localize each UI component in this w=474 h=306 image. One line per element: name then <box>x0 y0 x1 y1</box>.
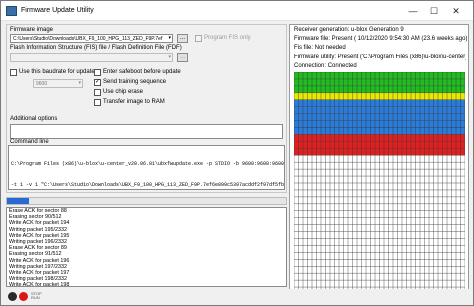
additional-options-field[interactable] <box>10 124 283 139</box>
progress-fill <box>7 198 30 204</box>
firmware-browse-button[interactable]: ... <box>177 34 188 43</box>
title-bar[interactable]: Firmware Update Utility — ☐ ✕ <box>1 1 473 21</box>
safeboot-label: Enter safeboot before update <box>103 69 181 75</box>
firmware-utility-status: Firmware utility: Present ('C:\Program F… <box>294 54 466 60</box>
receiver-generation: Receiver generation: u-blox Generation 9 <box>294 27 404 33</box>
stop-icon[interactable] <box>19 292 28 301</box>
baudrate-value: 9600 <box>36 81 48 87</box>
close-button[interactable]: ✕ <box>448 4 464 18</box>
baudrate-checkbox[interactable] <box>10 69 17 76</box>
firmware-update-window: Firmware Update Utility — ☐ ✕ Firmware i… <box>0 0 474 306</box>
status-panel: Receiver generation: u-blox Generation 9… <box>289 24 469 296</box>
sector-map <box>294 72 465 294</box>
transfer-ram-label: Transfer image to RAM <box>103 99 165 105</box>
run-state-bottom: RUN <box>31 295 40 300</box>
chevron-down-icon: ▾ <box>78 80 81 86</box>
command-line-box[interactable]: C:\Program Files (x86)\u-blox\u-center_v… <box>8 145 285 190</box>
chevron-down-icon: ▾ <box>168 35 171 41</box>
program-fis-checkbox[interactable] <box>195 35 202 42</box>
firmware-image-field[interactable]: C:\Users\Studio\Downloads\UBX_F9_100_HPG… <box>10 34 173 43</box>
command-line-2: -t 1 -v 1 "C:\Users\Studio\Downloads\UBX… <box>11 182 285 188</box>
app-icon <box>6 6 17 16</box>
program-fis-label: Program FIS only <box>204 35 251 41</box>
checkmark-icon: ✓ <box>95 79 101 85</box>
fis-file-status: Fis file: Not needed <box>294 45 346 51</box>
log-list[interactable]: Erase ACK for sector 88 Erasing sector 90… <box>6 207 287 287</box>
chevron-down-icon: ▾ <box>168 54 171 60</box>
chip-erase-label: Use chip erase <box>103 89 144 95</box>
command-line-1: C:\Program Files (x86)\u-blox\u-center_v… <box>11 161 285 167</box>
run-state: STOP RUN <box>31 292 42 300</box>
log-line: Write ACK for packet 198 <box>9 282 70 287</box>
firmware-image-path: C:\Users\Studio\Downloads\UBX_F9_100_HPG… <box>13 36 163 42</box>
firmware-image-label: Firmware image <box>10 27 54 33</box>
record-icon[interactable] <box>8 292 17 301</box>
training-sequence-label: Send training sequence <box>103 79 167 85</box>
minimize-button[interactable]: — <box>405 4 421 18</box>
fis-browse-button[interactable]: ... <box>177 53 188 62</box>
chip-erase-checkbox[interactable] <box>94 89 101 96</box>
status-bar: STOP RUN <box>1 289 473 305</box>
firmware-file-status: Firmware file: Present ( 10/12/2020 9:54… <box>294 36 468 42</box>
progress-bar <box>6 197 287 205</box>
transfer-ram-checkbox[interactable] <box>94 99 101 106</box>
safeboot-checkbox[interactable] <box>94 69 101 76</box>
maximize-button[interactable]: ☐ <box>426 4 442 18</box>
fis-field[interactable]: ▾ <box>10 53 173 62</box>
training-sequence-checkbox[interactable]: ✓ <box>94 79 101 86</box>
fis-label: Flash Information Structure (FIS) file /… <box>10 45 182 51</box>
baudrate-select[interactable]: 9600 ▾ <box>33 79 83 88</box>
additional-options-label: Additional options <box>10 116 58 122</box>
window-title: Firmware Update Utility <box>21 7 94 14</box>
connection-status: Connection: Connected <box>294 63 357 69</box>
baudrate-label: Use this baudrate for update <box>19 69 95 75</box>
